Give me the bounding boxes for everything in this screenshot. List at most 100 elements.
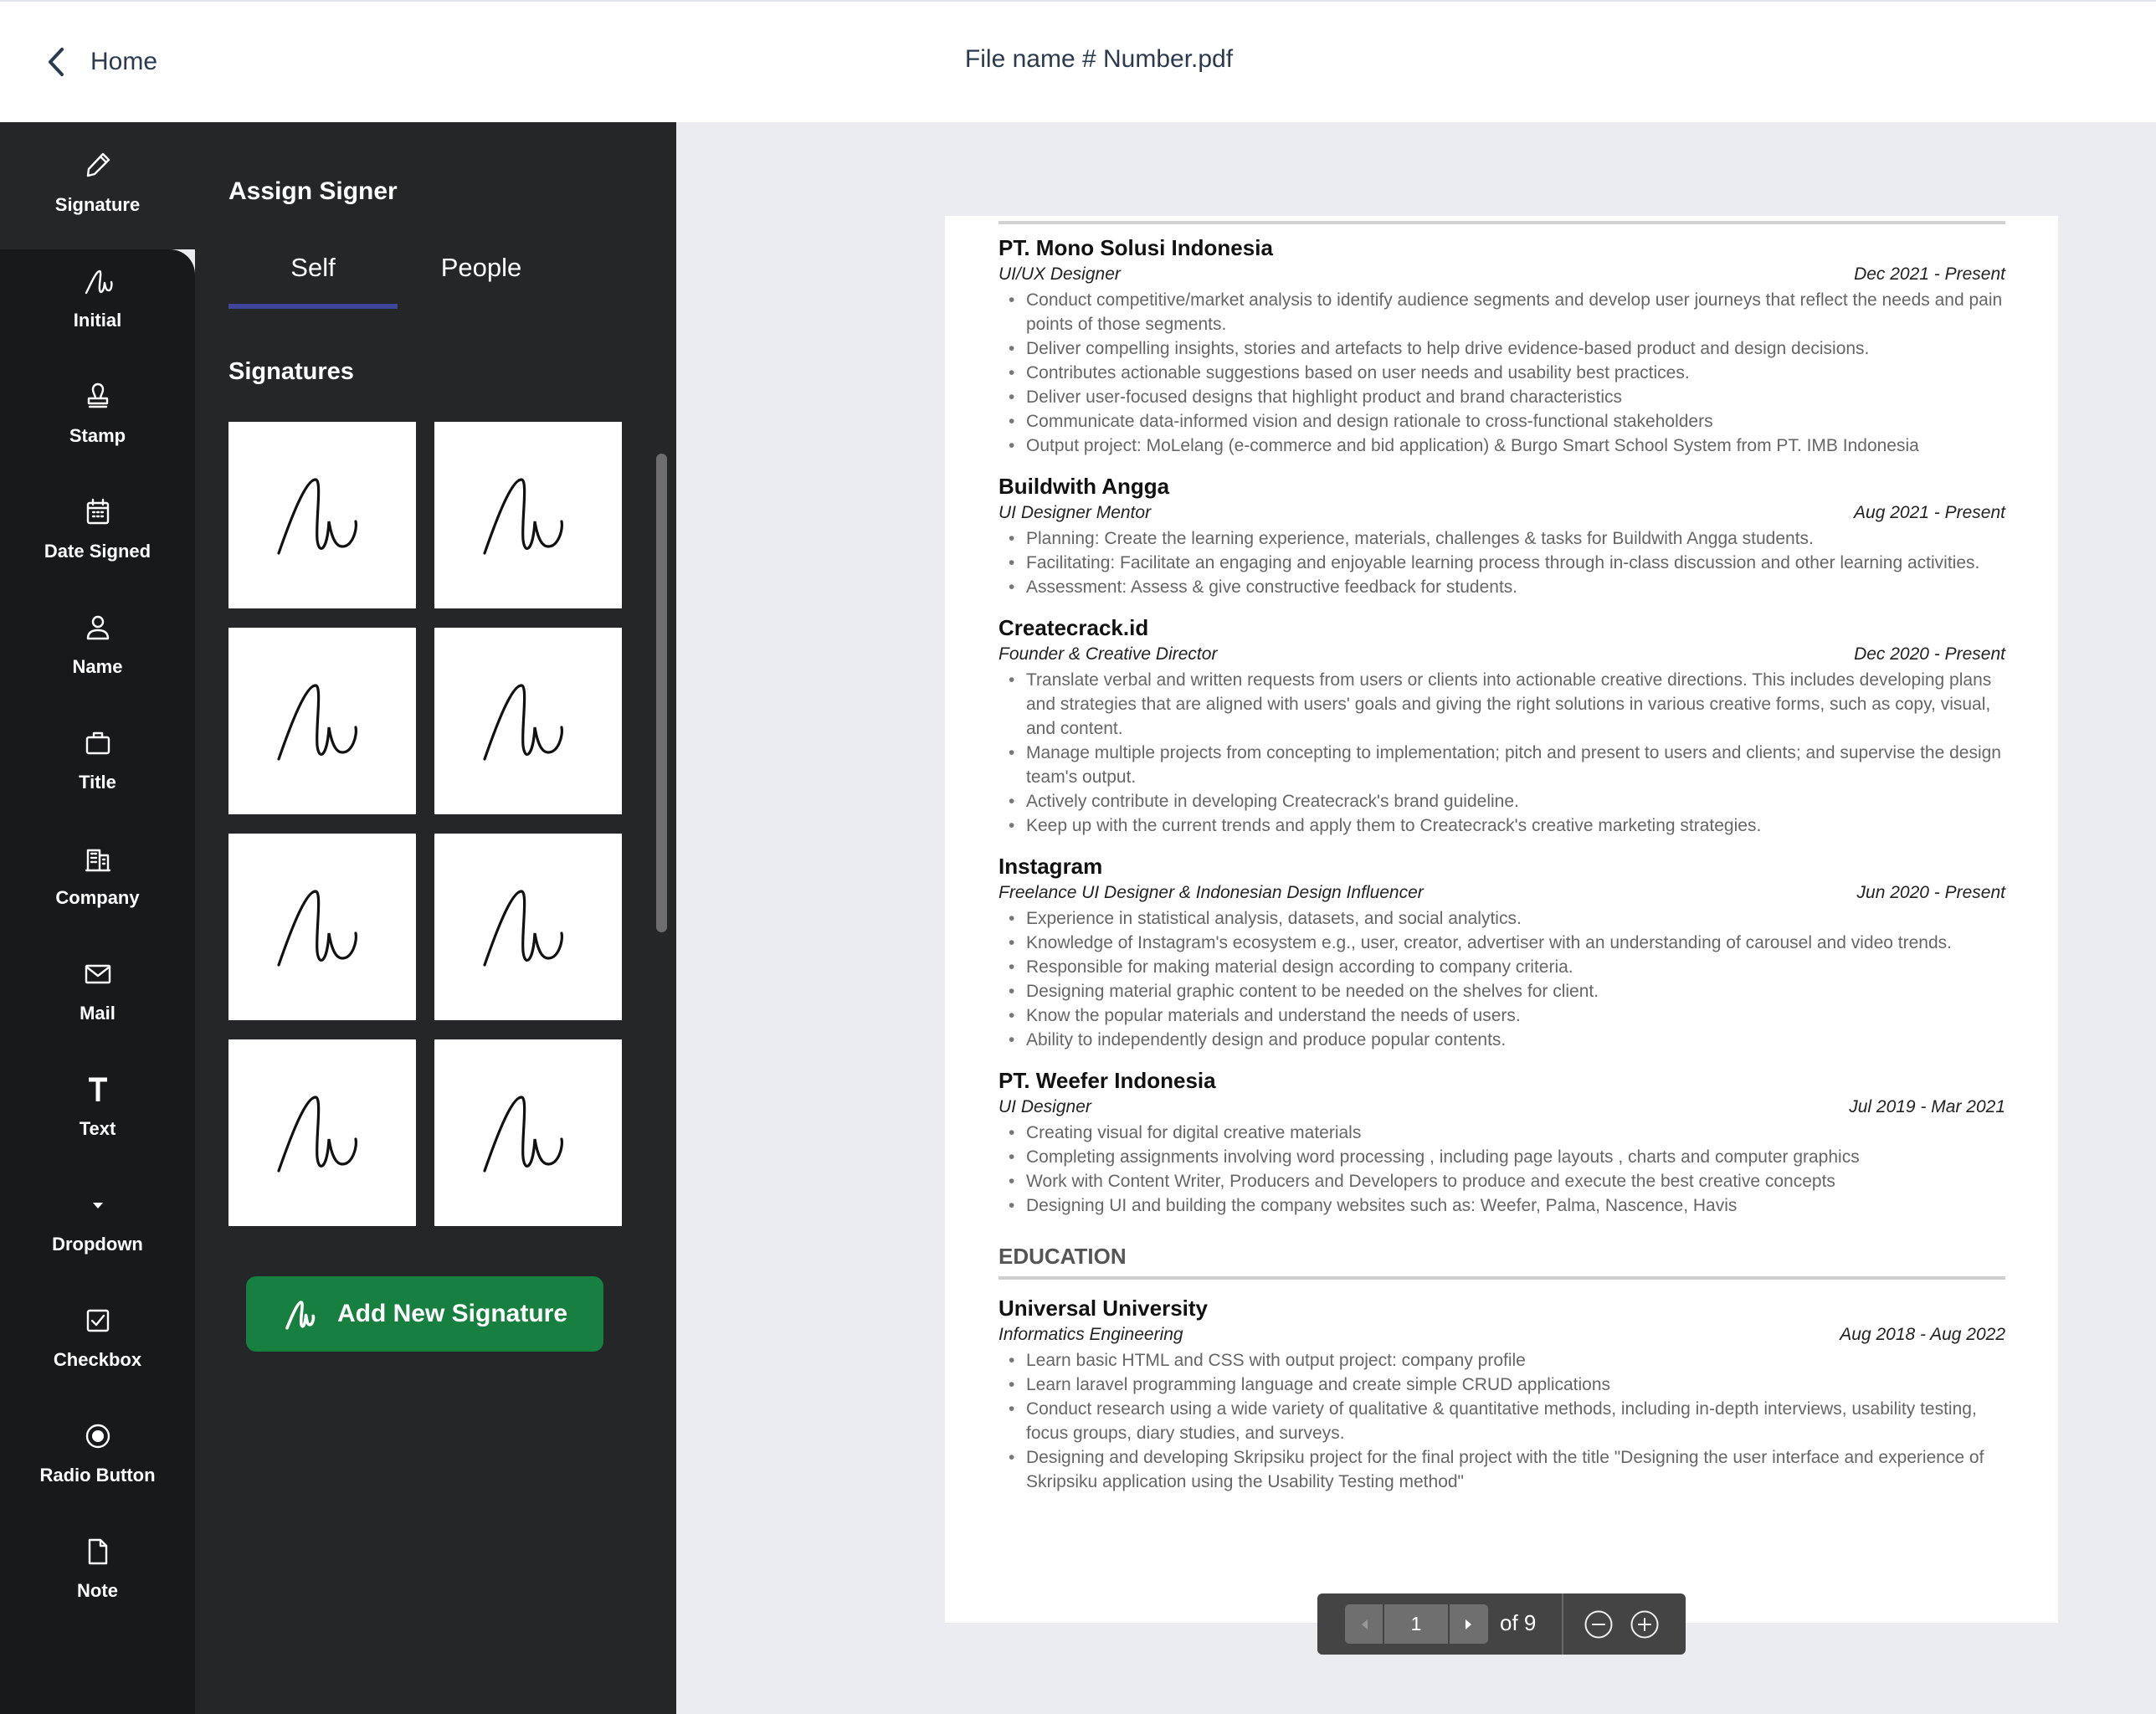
bullet-item: Designing and developing Skripsiku proje… — [998, 1445, 2005, 1494]
pen-icon — [86, 152, 110, 177]
bullet-item: Manage multiple projects from concepting… — [998, 741, 2005, 789]
tab-people[interactable]: People — [397, 253, 566, 283]
signature-tile[interactable] — [228, 1039, 416, 1226]
section-rule — [998, 221, 2005, 224]
caret-down-icon — [92, 1203, 103, 1209]
signature-tile[interactable] — [434, 628, 622, 814]
tool-company[interactable]: Company — [0, 842, 195, 942]
tool-name[interactable]: Name — [0, 611, 195, 711]
stamp-icon — [87, 382, 108, 408]
role-title: Founder & Creative Director — [998, 644, 1218, 664]
file-title: File name # Number.pdf — [964, 45, 1234, 73]
role-row: Founder & Creative Director Dec 2020 - Pr… — [998, 641, 2005, 668]
resume-content: PT. Mono Solusi Indonesia UI/UX Designer D… — [998, 216, 2005, 1494]
role-title: UI/UX Designer — [998, 264, 1121, 284]
company-name: PT. Mono Solusi Indonesia — [998, 235, 1273, 260]
tool-checkbox[interactable]: Checkbox — [0, 1304, 195, 1404]
bullet-item: Learn basic HTML and CSS with output pro… — [998, 1348, 2005, 1373]
tool-label: Radio Button — [39, 1465, 156, 1486]
company-name: Buildwith Angga — [998, 474, 1170, 499]
signature-tile[interactable] — [434, 834, 622, 1020]
tool-label: Checkbox — [53, 1349, 142, 1370]
tool-label: Stamp — [69, 425, 126, 446]
tool-label: Note — [77, 1580, 118, 1601]
date-range: Jun 2020 - Present — [1856, 883, 2005, 902]
page-total: of 9 — [1500, 1610, 1537, 1635]
signature-tile[interactable] — [228, 422, 416, 608]
date-range: Jul 2019 - Mar 2021 — [1849, 1097, 2005, 1116]
tool-signature[interactable]: Signature — [0, 149, 195, 249]
prev-page-button[interactable] — [1345, 1604, 1383, 1644]
role-title: Freelance UI Designer & Indonesian Desig… — [998, 883, 1424, 902]
page-navigation: 1 of 9 — [1317, 1593, 1686, 1655]
signature-image — [483, 889, 563, 967]
initial-icon — [285, 1301, 316, 1330]
tool-label: Date Signed — [44, 541, 151, 562]
bullet-item: Know the popular materials and understan… — [998, 1003, 2005, 1028]
page-number-input[interactable]: 1 — [1384, 1604, 1448, 1644]
role-row: Informatics Engineering Aug 2018 - Aug 20… — [998, 1321, 2005, 1348]
panel-title: Assign Signer — [228, 177, 398, 205]
tool-label: Mail — [80, 1003, 116, 1024]
tool-label: Company — [55, 887, 140, 908]
tool-label: Title — [79, 772, 116, 793]
education-heading: EDUCATION — [998, 1244, 1127, 1269]
zoom-in-icon[interactable] — [1630, 1610, 1659, 1639]
bullet-item: Assessment: Assess & give constructive f… — [998, 575, 2005, 599]
signature-tile[interactable] — [228, 834, 416, 1020]
tool-label: Name — [72, 656, 123, 677]
bullet-item: Keep up with the current trends and appl… — [998, 813, 2005, 838]
next-page-button[interactable] — [1450, 1604, 1488, 1644]
tool-label: Dropdown — [52, 1234, 143, 1255]
bullet-list: Translate verbal and written requests fr… — [998, 668, 2005, 838]
bullet-item: Completing assignments involving word pr… — [998, 1145, 2005, 1169]
signature-tile[interactable] — [228, 628, 416, 814]
bullet-list: Creating visual for digital creative mat… — [998, 1121, 2005, 1218]
date-range: Dec 2021 - Present — [1854, 264, 2005, 284]
caret-left-icon — [1361, 1619, 1368, 1629]
building-icon — [85, 849, 110, 872]
tool-text[interactable]: Text — [0, 1073, 195, 1173]
add-new-signature-button[interactable]: Add New Signature — [246, 1276, 603, 1352]
radio-icon — [85, 1424, 110, 1449]
bullet-list: Conduct competitive/market analysis to i… — [998, 288, 2005, 458]
bullet-list: Experience in statistical analysis, data… — [998, 906, 2005, 1052]
signature-image — [277, 889, 357, 967]
tool-radio-button[interactable]: Radio Button — [0, 1419, 195, 1520]
checkbox-icon — [86, 1309, 109, 1332]
top-bar: Home File name # Number.pdf — [0, 0, 2156, 122]
zoom-out-icon[interactable] — [1584, 1610, 1613, 1639]
date-range: Aug 2018 - Aug 2022 — [1840, 1325, 2005, 1344]
bullet-item: Deliver user-focused designs that highli… — [998, 385, 2005, 409]
panel-scrollbar[interactable] — [656, 454, 667, 932]
tab-self[interactable]: Self — [228, 253, 398, 283]
bullet-item: Translate verbal and written requests fr… — [998, 668, 2005, 741]
bullet-item: Responsible for making material design a… — [998, 955, 2005, 979]
bullet-item: Facilitating: Facilitate an engaging and… — [998, 551, 2005, 575]
file-icon — [88, 1538, 107, 1565]
bullet-item: Work with Content Writer, Producers and … — [998, 1169, 2005, 1193]
signature-image — [277, 683, 357, 761]
role-row: Freelance UI Designer & Indonesian Desig… — [998, 880, 2005, 906]
date-range: Aug 2021 - Present — [1854, 503, 2005, 522]
bullet-item: Deliver compelling insights, stories and… — [998, 336, 2005, 361]
signature-tile[interactable] — [434, 422, 622, 608]
role-title: UI Designer — [998, 1097, 1091, 1116]
divider — [1562, 1593, 1563, 1655]
tool-label: Initial — [73, 310, 122, 331]
tool-note[interactable]: Note — [0, 1535, 195, 1635]
caret-right-icon — [1466, 1619, 1471, 1629]
calendar-icon — [86, 498, 109, 525]
role-row: UI Designer Mentor Aug 2021 - Present — [998, 500, 2005, 526]
bullet-item: Output project: MoLelang (e-commerce and… — [998, 434, 2005, 458]
tool-date-signed[interactable]: Date Signed — [0, 495, 195, 596]
role-row: UI Designer Jul 2019 - Mar 2021 — [998, 1094, 2005, 1121]
tool-title[interactable]: Title — [0, 726, 195, 827]
tool-stamp[interactable]: Stamp — [0, 380, 195, 480]
signature-tile[interactable] — [434, 1039, 622, 1226]
tool-mail[interactable]: Mail — [0, 957, 195, 1058]
bullet-item: Experience in statistical analysis, data… — [998, 906, 2005, 931]
tool-initial[interactable]: Initial — [0, 264, 195, 365]
bullet-item: Actively contribute in developing Create… — [998, 789, 2005, 813]
tool-dropdown[interactable]: Dropdown — [0, 1188, 195, 1289]
